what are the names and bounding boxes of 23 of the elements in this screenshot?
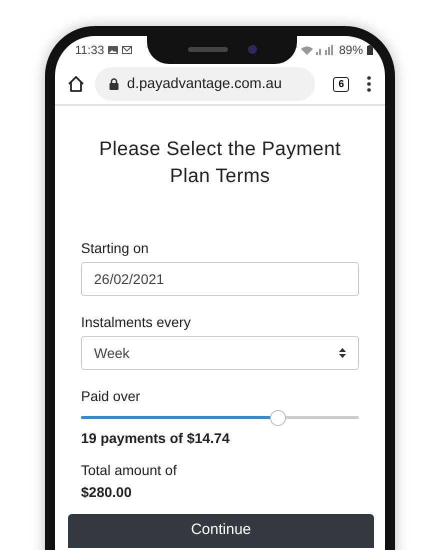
instalments-select[interactable]: Week (81, 336, 359, 370)
status-time: 11:33 (75, 43, 104, 57)
battery-icon (367, 45, 373, 55)
menu-icon[interactable] (367, 76, 371, 92)
date-field[interactable]: 26/02/2021 (81, 262, 359, 296)
total-label: Total amount of (81, 462, 178, 478)
payments-summary: 19 payments of $14.74 (81, 430, 231, 446)
field-label: Instalments every (81, 314, 192, 330)
tab-count-button[interactable]: 6 (333, 76, 349, 92)
sort-caret-icon (339, 348, 346, 358)
home-icon[interactable] (67, 75, 85, 93)
address-bar[interactable]: d.payadvantage.com.au (95, 67, 316, 101)
lock-icon (109, 78, 119, 90)
field-label: Starting on (81, 240, 150, 256)
image-icon (108, 46, 118, 54)
field-label: Paid over (81, 388, 142, 404)
mail-icon (122, 46, 132, 54)
battery-percent: 89% (338, 43, 363, 57)
payments-slider[interactable] (81, 410, 359, 426)
total-amount: $280.00 (81, 484, 133, 500)
signal-icon (300, 45, 335, 55)
page-title: Please Select the Payment Plan Terms (98, 137, 342, 189)
continue-button[interactable]: Continue (68, 514, 374, 548)
